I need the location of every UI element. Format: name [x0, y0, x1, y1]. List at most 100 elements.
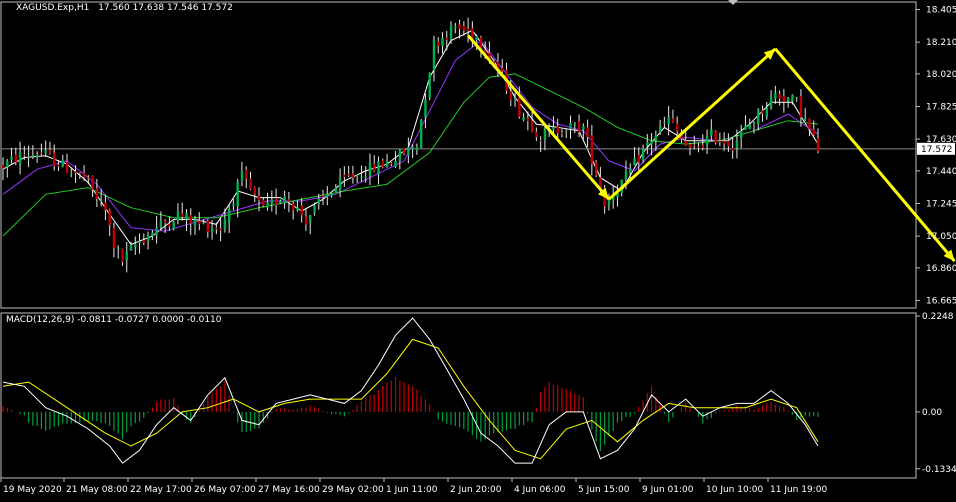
candle-body: [594, 162, 598, 176]
candle-body: [688, 144, 692, 148]
candle-body: [74, 171, 77, 174]
candle-body: [257, 195, 261, 201]
candle-body: [18, 151, 22, 165]
candle-body: [262, 199, 265, 206]
candle-body: [219, 228, 222, 231]
candle-body: [129, 245, 133, 251]
candle-body: [330, 194, 333, 196]
candle-body: [181, 213, 184, 217]
candle-body: [65, 161, 69, 174]
candle-body: [684, 140, 687, 146]
price-tick-label: 17.245: [926, 199, 956, 209]
candle-body: [710, 129, 713, 136]
candle-body: [176, 211, 180, 221]
candle-body: [134, 244, 137, 247]
candle-body: [202, 222, 205, 224]
candle-body: [394, 160, 397, 167]
candle-body: [168, 223, 171, 227]
candle-body: [556, 126, 559, 134]
candle-body: [334, 187, 338, 192]
candle-body: [816, 138, 820, 152]
current-price-label: 17.572: [921, 145, 953, 155]
candle-body: [398, 149, 402, 162]
candle-body: [232, 203, 235, 206]
candle-body: [23, 154, 26, 156]
candle-body: [658, 125, 662, 133]
candle-body: [629, 168, 632, 174]
candle-body: [791, 95, 794, 102]
candle-body: [799, 96, 803, 118]
candle-body: [27, 156, 30, 158]
candle-body: [185, 213, 188, 220]
candle-body: [121, 248, 124, 263]
candle-body: [377, 161, 380, 175]
candle-body: [774, 92, 777, 99]
candle-body: [249, 178, 252, 190]
candle-body: [108, 209, 111, 226]
candle-body: [112, 227, 116, 248]
time-tick-label: 29 May 02:00: [322, 485, 384, 495]
candle-body: [142, 240, 146, 243]
candle-body: [193, 219, 197, 226]
candle-body: [560, 132, 564, 134]
candle-body: [543, 128, 547, 141]
candle-body: [671, 118, 675, 122]
candle-body: [172, 221, 175, 229]
candle-body: [795, 97, 798, 99]
time-tick-label: 19 May 2020: [3, 485, 62, 495]
candle-body: [317, 198, 320, 205]
candle-body: [14, 154, 18, 163]
candle-body: [641, 148, 645, 160]
candle-body: [727, 140, 730, 147]
candle-body: [279, 201, 282, 204]
candle-body: [573, 123, 576, 126]
trend-arrow-3[interactable]: [774, 47, 956, 263]
candle-body: [693, 144, 696, 146]
candle-body: [304, 216, 308, 225]
candle-body: [240, 171, 244, 181]
candle-body: [535, 131, 538, 138]
candle-body: [654, 135, 658, 141]
candle-body: [582, 125, 585, 130]
candle-body: [786, 98, 790, 102]
time-tick-label: 21 May 08:00: [66, 485, 128, 495]
candle-body: [274, 198, 278, 206]
time-tick-label: 11 Jun 19:00: [770, 485, 827, 495]
candle-body: [373, 163, 376, 172]
candle-body: [61, 159, 64, 168]
chart-root: 18.405 18.210 18.020 17.825 17.630 17.440 17.2…: [0, 0, 956, 498]
candle-body: [769, 96, 773, 108]
candle-body: [552, 126, 555, 130]
candle-body: [428, 73, 431, 98]
candle-body: [343, 174, 346, 178]
candle-body: [569, 122, 572, 130]
candle-body: [577, 121, 581, 133]
candle-body: [761, 110, 764, 114]
trend-arrow-1[interactable]: [466, 34, 611, 201]
candle-body: [313, 205, 316, 214]
chart-header: XAGUSD.Exp,H1 17.560 17.638 17.546 17.57…: [16, 3, 233, 14]
chart-canvas[interactable]: 18.40518.21018.02017.82517.63017.44017.2…: [0, 0, 956, 498]
candle-body: [522, 117, 525, 121]
candle-body: [624, 171, 628, 180]
candle-body: [633, 157, 636, 166]
moving-average-line-3: [2, 73, 819, 237]
candle-body: [701, 145, 704, 148]
candle-body: [245, 169, 248, 179]
candle-body: [347, 173, 350, 176]
price-tick-label: 17.050: [926, 232, 956, 242]
time-tick-label: 2 Jun 20:00: [450, 485, 502, 495]
price-tick-label: 16.860: [926, 264, 956, 274]
candle-body: [744, 125, 747, 130]
candle-body: [475, 35, 478, 41]
price-tick-label: 18.210: [926, 38, 956, 48]
candle-body: [586, 127, 589, 138]
candle-body: [40, 152, 43, 154]
candle-body: [215, 227, 218, 230]
candle-body: [95, 188, 99, 199]
candle-body: [518, 97, 521, 117]
candle-body: [198, 220, 201, 225]
candle-body: [501, 67, 504, 72]
time-tick-label: 1 Jun 11:00: [386, 485, 438, 495]
candle-body: [714, 131, 717, 144]
